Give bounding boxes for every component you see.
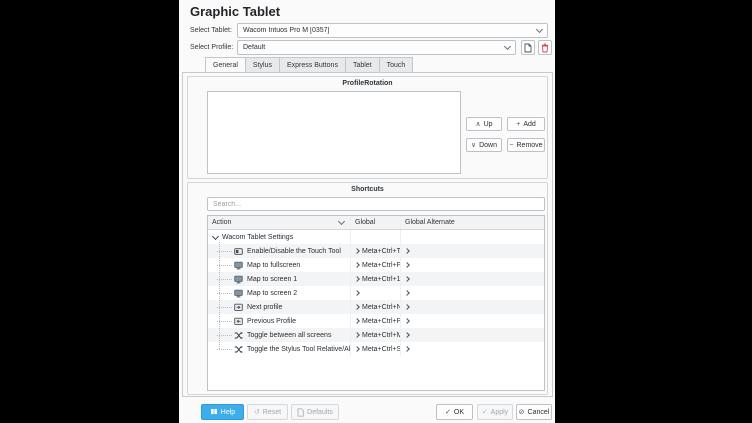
table-row[interactable]: Map to fullscreen Meta+Ctrl+F bbox=[208, 258, 544, 272]
expand-icon[interactable] bbox=[404, 332, 410, 338]
expand-icon[interactable] bbox=[404, 276, 410, 282]
profile-combobox-value: Default bbox=[243, 44, 505, 51]
profile-rotation-title: ProfileRotation bbox=[188, 80, 547, 87]
shortcuts-title: Shortcuts bbox=[188, 186, 547, 193]
tab-tablet[interactable]: Tablet bbox=[346, 57, 380, 73]
defaults-button[interactable]: Defaults bbox=[291, 404, 339, 420]
check-icon: ✓ bbox=[482, 408, 488, 416]
rotation-remove-button[interactable]: −Remove bbox=[507, 138, 545, 152]
sort-indicator-icon bbox=[338, 218, 345, 225]
column-header-global[interactable]: Global bbox=[351, 216, 401, 229]
expand-icon[interactable] bbox=[354, 346, 360, 352]
monitor-icon bbox=[234, 289, 243, 298]
tab-stylus[interactable]: Stylus bbox=[246, 57, 280, 73]
document-new-icon bbox=[524, 43, 532, 53]
help-button[interactable]: Help bbox=[201, 404, 244, 420]
trash-icon bbox=[541, 43, 549, 53]
delete-profile-button[interactable] bbox=[538, 40, 552, 55]
table-body: Wacom Tablet Settings Enable/Disable the… bbox=[208, 230, 544, 356]
tab-bar: General Stylus Express Buttons Tablet To… bbox=[205, 57, 413, 73]
column-header-global-alternate[interactable]: Global Alternate bbox=[401, 216, 544, 229]
search-input[interactable] bbox=[207, 197, 545, 211]
monitor-icon bbox=[234, 261, 243, 270]
rotation-add-button[interactable]: +Add bbox=[507, 117, 545, 131]
help-book-icon bbox=[210, 408, 218, 416]
table-row[interactable]: Map to screen 1 Meta+Ctrl+1 bbox=[208, 272, 544, 286]
expand-icon[interactable] bbox=[404, 248, 410, 254]
expand-icon[interactable] bbox=[404, 290, 410, 296]
tablet-combobox-value: Wacom Intuos Pro M [0357] bbox=[243, 27, 537, 34]
expand-icon[interactable] bbox=[354, 318, 360, 324]
tablet-icon bbox=[234, 247, 243, 256]
cancel-button[interactable]: ⊘ Cancel bbox=[516, 404, 552, 420]
document-revert-icon bbox=[297, 408, 304, 417]
table-row[interactable]: Toggle between all screens Meta+Ctrl+M bbox=[208, 328, 544, 342]
expand-icon[interactable] bbox=[404, 346, 410, 352]
table-group-row[interactable]: Wacom Tablet Settings bbox=[208, 230, 544, 244]
table-row[interactable]: Toggle the Stylus Tool Relative/Absolute… bbox=[208, 342, 544, 356]
chevron-down-icon bbox=[504, 43, 511, 50]
expand-icon[interactable] bbox=[354, 290, 360, 296]
page-title: Graphic Tablet bbox=[190, 4, 280, 19]
column-header-action[interactable]: Action bbox=[208, 216, 351, 229]
expand-icon[interactable] bbox=[354, 304, 360, 310]
tablet-combobox[interactable]: Wacom Intuos Pro M [0357] bbox=[237, 23, 548, 38]
table-row[interactable]: Enable/Disable the Touch Tool Meta+Ctrl+… bbox=[208, 244, 544, 258]
rotation-up-button[interactable]: ∧Up bbox=[466, 117, 502, 131]
select-tablet-label: Select Tablet: bbox=[190, 23, 232, 38]
arrow-up-icon: ∧ bbox=[475, 120, 480, 128]
tree-line bbox=[219, 242, 220, 349]
profile-combobox[interactable]: Default bbox=[237, 40, 516, 55]
rotation-down-button[interactable]: ∨Down bbox=[466, 138, 502, 152]
apply-button[interactable]: ✓ Apply bbox=[477, 404, 513, 420]
table-row[interactable]: Next profile Meta+Ctrl+N bbox=[208, 300, 544, 314]
expand-icon[interactable] bbox=[354, 276, 360, 282]
group-label: Wacom Tablet Settings bbox=[222, 234, 293, 241]
chevron-down-icon bbox=[536, 26, 543, 33]
profile-next-icon bbox=[234, 303, 243, 312]
cancel-circle-icon: ⊘ bbox=[519, 408, 525, 416]
tab-express-buttons[interactable]: Express Buttons bbox=[280, 57, 346, 73]
expand-icon[interactable] bbox=[404, 318, 410, 324]
shortcuts-table: Action Global Global Alternate Wacom Tab… bbox=[207, 215, 545, 391]
table-header: Action Global Global Alternate bbox=[208, 216, 544, 230]
monitor-icon bbox=[234, 275, 243, 284]
new-profile-button[interactable] bbox=[521, 40, 535, 55]
expand-icon[interactable] bbox=[404, 304, 410, 310]
select-profile-label: Select Profile: bbox=[190, 40, 233, 55]
tab-touch[interactable]: Touch bbox=[380, 57, 414, 73]
reset-button[interactable]: ↺ Reset bbox=[247, 404, 288, 420]
plus-icon: + bbox=[516, 121, 520, 128]
profile-rotation-list[interactable] bbox=[207, 91, 461, 174]
ok-button[interactable]: ✓ OK bbox=[436, 404, 473, 420]
expand-icon[interactable] bbox=[354, 332, 360, 338]
collapse-icon bbox=[212, 232, 219, 239]
letterbox-background: Graphic Tablet Select Tablet: Wacom Intu… bbox=[0, 0, 752, 423]
shuffle-icon bbox=[234, 345, 243, 354]
table-row[interactable]: Map to screen 2 bbox=[208, 286, 544, 300]
arrow-down-icon: ∨ bbox=[471, 141, 476, 149]
minus-icon: − bbox=[509, 142, 513, 149]
expand-icon[interactable] bbox=[404, 262, 410, 268]
expand-icon[interactable] bbox=[354, 262, 360, 268]
table-row[interactable]: Previous Profile Meta+Ctrl+P bbox=[208, 314, 544, 328]
graphic-tablet-dialog: Graphic Tablet Select Tablet: Wacom Intu… bbox=[179, 0, 555, 423]
shuffle-icon bbox=[234, 331, 243, 340]
check-icon: ✓ bbox=[445, 408, 451, 416]
profile-previous-icon bbox=[234, 317, 243, 326]
tab-general[interactable]: General bbox=[205, 57, 246, 73]
undo-icon: ↺ bbox=[254, 408, 260, 416]
expand-icon[interactable] bbox=[354, 248, 360, 254]
